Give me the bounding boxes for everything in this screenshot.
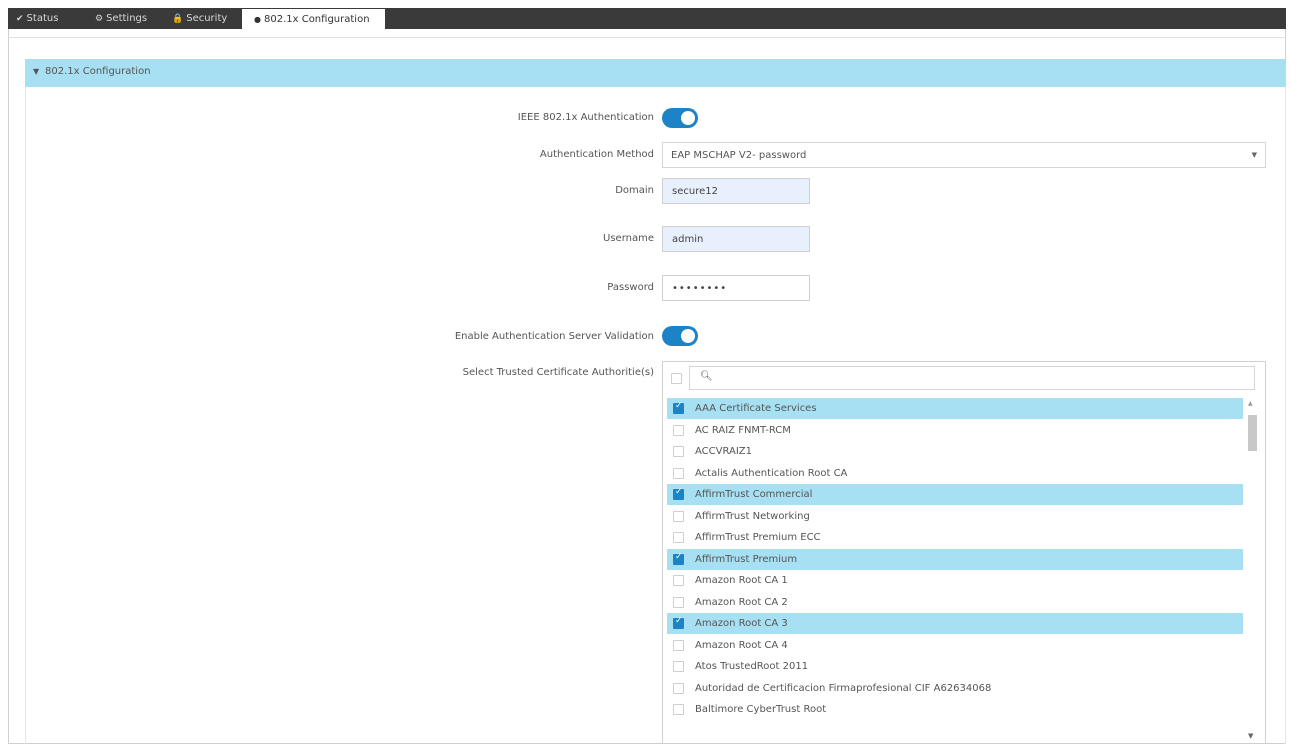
ca-name: Amazon Root CA 1 <box>695 575 788 586</box>
ca-list-item[interactable]: Amazon Root CA 1 <box>667 570 1243 591</box>
ca-name: Baltimore CyberTrust Root <box>695 704 827 715</box>
tab-label: Status <box>26 13 59 24</box>
section-title: 802.1x Configuration <box>45 66 151 77</box>
gear-icon: ⚙ <box>95 14 104 24</box>
scrollbar-thumb[interactable] <box>1248 415 1257 451</box>
ca-list-item[interactable]: AffirmTrust Commercial <box>667 484 1243 505</box>
ca-checkbox[interactable] <box>673 575 684 586</box>
trusted-ca-label: Select Trusted Certificate Authoritie(s) <box>462 367 654 378</box>
ca-name: AffirmTrust Premium <box>695 553 798 565</box>
tab-label: Security <box>186 13 228 24</box>
toggle-knob <box>681 329 695 343</box>
ca-name: AffirmTrust Networking <box>695 510 810 522</box>
ca-name: Amazon Root CA 2 <box>695 596 788 608</box>
ca-checkbox[interactable] <box>673 704 684 715</box>
lock-icon: 🔒 <box>172 14 184 24</box>
ca-name: Atos TrustedRoot 2011 <box>695 661 809 672</box>
ca-name: AAA Certificate Services <box>695 403 817 414</box>
dropdown-arrow-icon: ▼ <box>1251 151 1257 159</box>
ca-list-item[interactable]: Baltimore CyberTrust Root <box>667 699 1243 720</box>
ca-checkbox[interactable] <box>673 487 684 500</box>
ca-list-item[interactable]: AAA Certificate Services <box>667 398 1243 419</box>
ca-list-item[interactable]: Amazon Root CA 3 <box>667 613 1243 634</box>
tab-label: 802.1x Configuration <box>263 14 370 25</box>
auth-method-label: Authentication Method <box>539 149 654 160</box>
select-all-checkbox[interactable] <box>671 373 682 384</box>
tab-label: Settings <box>106 13 148 24</box>
ca-list-item[interactable]: AC RAIZ FNMT-RCM <box>667 420 1243 441</box>
tab-bar: ✔ Status ⚙ Settings 🔒 Security ● 802.1x Conf… <box>8 8 1286 30</box>
domain-field[interactable] <box>662 178 810 204</box>
ca-name: AC RAIZ FNMT-RCM <box>695 424 791 436</box>
password-field[interactable] <box>662 275 810 301</box>
tab-settings[interactable]: ⚙ Settings <box>95 8 147 29</box>
dot-icon: ● <box>254 15 261 24</box>
tab-security[interactable]: 🔒 Security <box>172 8 227 29</box>
ca-name: Amazon Root CA 3 <box>695 618 788 629</box>
checkmark-icon: ✔ <box>16 14 24 24</box>
tab-status[interactable]: ✔ Status <box>16 8 58 29</box>
search-icon: 🔍︎ <box>700 371 713 382</box>
scroll-down-icon[interactable]: ▼ <box>1248 732 1253 740</box>
ca-rows: AAA Certificate Services AC RAIZ FNMT-RCM… <box>667 398 1243 742</box>
ieee-auth-toggle[interactable] <box>662 108 698 128</box>
scroll-up-icon[interactable]: ▲ <box>1248 400 1253 407</box>
section-header[interactable]: ▼ 802.1x Configuration <box>25 59 1286 87</box>
ca-checkbox[interactable] <box>673 552 684 565</box>
toggle-knob <box>681 111 695 125</box>
ca-checkbox[interactable] <box>673 596 684 608</box>
ca-checkbox[interactable] <box>673 532 684 543</box>
ca-checkbox[interactable] <box>673 424 684 436</box>
search-row: 🔍︎ <box>663 362 1265 396</box>
domain-label: Domain <box>615 185 654 196</box>
trusted-ca-list: 🔍︎ AAA Certificate Services AC RAIZ FNMT-… <box>662 361 1266 744</box>
ca-checkbox[interactable] <box>673 401 684 414</box>
username-label: Username <box>603 233 654 244</box>
auth-method-value: EAP MSCHAP V2- password <box>671 150 807 161</box>
collapse-caret-icon: ▼ <box>33 67 40 76</box>
ca-checkbox[interactable] <box>673 682 684 694</box>
ca-checkbox[interactable] <box>673 467 684 479</box>
tab-8021x-configuration[interactable]: ● 802.1x Configuration <box>242 8 385 30</box>
ca-list-item[interactable]: Amazon Root CA 4 <box>667 635 1243 656</box>
auth-method-select[interactable]: EAP MSCHAP V2- password ▼ <box>662 142 1266 168</box>
ca-name: Autoridad de Certificacion Firmaprofesio… <box>695 682 992 694</box>
ca-name: AffirmTrust Premium ECC <box>695 532 821 543</box>
username-field[interactable] <box>662 226 810 252</box>
ca-name: ACCVRAIZ1 <box>695 446 753 457</box>
ieee-auth-label: IEEE 802.1x Authentication <box>517 112 654 123</box>
ca-name: Amazon Root CA 4 <box>695 639 788 651</box>
ca-checkbox[interactable] <box>673 446 684 457</box>
server-validation-toggle[interactable] <box>662 326 698 346</box>
ca-list-item[interactable]: AffirmTrust Networking <box>667 506 1243 527</box>
ca-checkbox[interactable] <box>673 510 684 522</box>
password-label: Password <box>607 282 654 293</box>
ca-list-item[interactable]: Actalis Authentication Root CA <box>667 463 1243 484</box>
ca-checkbox[interactable] <box>673 639 684 651</box>
ca-list-item[interactable]: ACCVRAIZ1 <box>667 441 1243 462</box>
ca-list-item[interactable]: Autoridad de Certificacion Firmaprofesio… <box>667 678 1243 699</box>
ca-checkbox[interactable] <box>673 661 684 672</box>
ca-list-item[interactable]: AffirmTrust Premium <box>667 548 1243 570</box>
ca-name: Actalis Authentication Root CA <box>695 467 848 479</box>
ca-name: AffirmTrust Commercial <box>695 489 813 500</box>
server-validation-label: Enable Authentication Server Validation <box>454 331 654 342</box>
ca-list-item[interactable]: AffirmTrust Premium ECC <box>667 527 1243 548</box>
ca-search-input[interactable]: 🔍︎ <box>689 366 1255 390</box>
ca-list-item[interactable]: Atos TrustedRoot 2011 <box>667 656 1243 677</box>
tab-content-top <box>8 29 1286 38</box>
scrollbar[interactable]: ▲ ▼ <box>1245 398 1259 742</box>
ca-checkbox[interactable] <box>673 616 684 629</box>
ca-list-item[interactable]: Amazon Root CA 2 <box>667 592 1243 613</box>
